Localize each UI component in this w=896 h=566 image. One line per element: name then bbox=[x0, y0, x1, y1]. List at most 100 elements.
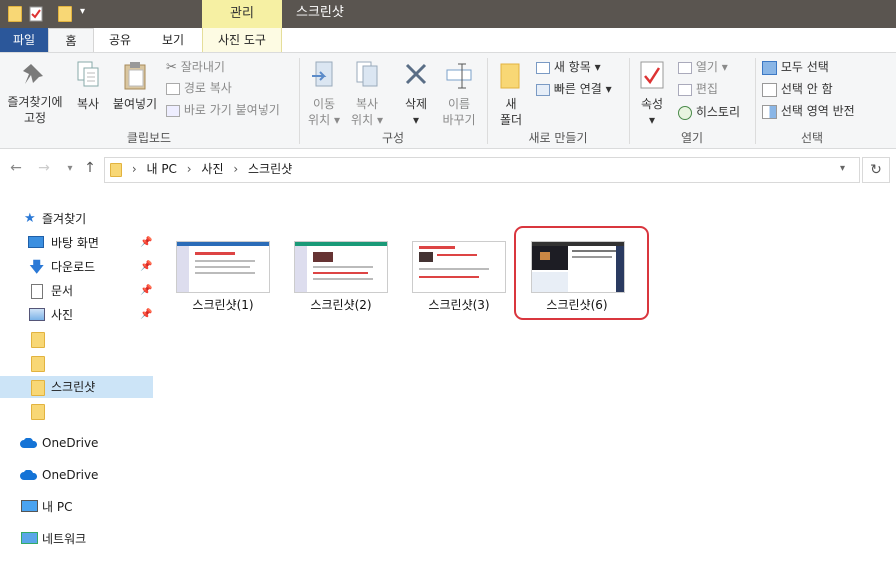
pin-icon bbox=[23, 64, 43, 84]
paste-button[interactable]: 붙여넣기 bbox=[110, 60, 160, 112]
folder-icon bbox=[8, 6, 22, 22]
sidebar-item-desktop[interactable]: 바탕 화면 📌 bbox=[0, 232, 153, 254]
new-folder-icon[interactable] bbox=[58, 6, 72, 22]
sidebar-item-documents[interactable]: 문서 📌 bbox=[0, 280, 153, 302]
window-title: 스크린샷 bbox=[296, 5, 344, 20]
copy-icon bbox=[77, 61, 99, 87]
tab-view[interactable]: 보기 bbox=[148, 28, 198, 52]
pin-icon[interactable]: 📌 bbox=[140, 256, 152, 278]
history-button[interactable]: 히스토리 bbox=[678, 102, 740, 122]
breadcrumb-separator[interactable]: › bbox=[132, 162, 137, 176]
sidebar-item-folder[interactable] bbox=[0, 400, 153, 422]
select-all-button[interactable]: 모두 선택 bbox=[762, 57, 829, 77]
breadcrumb-this-pc[interactable]: 내 PC bbox=[146, 162, 176, 176]
cloud-icon bbox=[20, 470, 37, 480]
open-button[interactable]: 열기 ▾ bbox=[678, 57, 728, 77]
back-arrow-icon[interactable]: ← bbox=[6, 160, 26, 176]
tab-photo-tools[interactable]: 사진 도구 bbox=[202, 28, 282, 52]
customize-toolbar-icon[interactable]: ▾ bbox=[80, 6, 85, 17]
copy-to-button[interactable]: 복사 위치 ▾ bbox=[346, 60, 388, 128]
history-icon bbox=[678, 105, 692, 120]
copy-path-button[interactable]: 경로 복사 bbox=[166, 78, 232, 98]
pin-icon[interactable]: 📌 bbox=[140, 280, 152, 302]
file-thumbnail[interactable] bbox=[176, 241, 270, 293]
sidebar-item-screenshots[interactable]: 스크린샷 bbox=[0, 376, 153, 398]
paste-shortcut-icon bbox=[166, 104, 180, 117]
cloud-icon bbox=[20, 438, 37, 448]
desktop-icon bbox=[28, 236, 44, 248]
tab-file[interactable]: 파일 bbox=[0, 28, 48, 52]
delete-x-icon bbox=[405, 63, 427, 85]
open-icon bbox=[678, 61, 692, 74]
document-icon bbox=[31, 284, 43, 299]
address-dropdown-chevron-icon[interactable]: ▾ bbox=[840, 163, 845, 174]
move-to-icon bbox=[312, 61, 333, 87]
selection-highlight-box bbox=[514, 226, 649, 320]
folder-icon bbox=[31, 356, 45, 372]
copy-to-icon bbox=[356, 61, 378, 87]
properties-button[interactable]: 속성 ▾ bbox=[634, 60, 670, 128]
easy-access-icon bbox=[536, 83, 550, 96]
folder-icon bbox=[110, 162, 122, 177]
breadcrumb-separator[interactable]: › bbox=[187, 162, 192, 176]
properties-check-icon bbox=[640, 61, 664, 89]
pin-icon[interactable]: 📌 bbox=[140, 232, 152, 254]
move-to-button[interactable]: 이동 위치 ▾ bbox=[304, 60, 344, 128]
file-name[interactable]: 스크린샷(2) bbox=[282, 296, 400, 313]
pin-to-quick-access-button[interactable]: 즐겨찾기에 고정 bbox=[2, 60, 68, 126]
group-label-new: 새로 만들기 bbox=[528, 131, 588, 145]
group-label-clipboard: 클립보드 bbox=[126, 131, 172, 145]
sidebar-item-onedrive[interactable]: OneDrive bbox=[0, 432, 153, 454]
folder-icon bbox=[31, 380, 45, 396]
new-folder-icon bbox=[500, 63, 520, 89]
refresh-icon[interactable]: ↻ bbox=[862, 157, 890, 183]
file-name[interactable]: 스크린샷(1) bbox=[164, 296, 282, 313]
breadcrumb-screenshots[interactable]: 스크린샷 bbox=[248, 162, 292, 176]
file-thumbnail[interactable] bbox=[412, 241, 506, 293]
recent-locations-chevron-icon[interactable]: ▾ bbox=[60, 163, 80, 174]
select-all-icon bbox=[762, 60, 777, 75]
breadcrumb-separator[interactable]: › bbox=[233, 162, 238, 176]
delete-button[interactable]: 삭제 ▾ bbox=[398, 60, 434, 128]
new-item-button[interactable]: 새 항목 ▾ bbox=[536, 57, 601, 77]
paste-shortcut-button[interactable]: 바로 가기 붙여넣기 bbox=[166, 100, 280, 120]
cut-button[interactable]: ✂ 잘라내기 bbox=[166, 57, 225, 77]
pictures-icon bbox=[29, 308, 45, 321]
edit-button[interactable]: 편집 bbox=[678, 79, 718, 99]
select-none-icon bbox=[762, 82, 777, 97]
manage-context-tab[interactable]: 관리 bbox=[202, 0, 282, 28]
sidebar-item-onedrive[interactable]: OneDrive bbox=[0, 464, 153, 486]
tab-home[interactable]: 홈 bbox=[48, 28, 94, 52]
title-bar: ▾ bbox=[0, 0, 896, 28]
quick-access-toolbar[interactable] bbox=[28, 6, 44, 25]
folder-icon bbox=[31, 332, 45, 348]
copy-path-icon bbox=[166, 82, 180, 95]
rename-button[interactable]: 이름 바꾸기 bbox=[438, 60, 480, 128]
pin-icon[interactable]: 📌 bbox=[140, 304, 152, 326]
sidebar-item-downloads[interactable]: 🡇 다운로드 📌 bbox=[0, 256, 153, 278]
up-arrow-icon[interactable]: ↑ bbox=[80, 160, 100, 176]
file-thumbnail[interactable] bbox=[294, 241, 388, 293]
download-arrow-icon: 🡇 bbox=[29, 258, 45, 276]
copy-button[interactable]: 복사 bbox=[70, 60, 106, 112]
tab-share[interactable]: 공유 bbox=[96, 28, 144, 52]
group-label-select: 선택 bbox=[800, 131, 824, 145]
new-folder-button[interactable]: 새 폴더 bbox=[494, 60, 528, 128]
edit-icon bbox=[678, 83, 692, 96]
select-none-button[interactable]: 선택 안 함 bbox=[762, 79, 833, 99]
sidebar-item-network[interactable]: 네트워크 bbox=[0, 528, 153, 550]
folder-icon bbox=[31, 404, 45, 420]
forward-arrow-icon[interactable]: → bbox=[34, 160, 54, 176]
paste-icon bbox=[124, 62, 146, 90]
sidebar-item-pictures[interactable]: 사진 📌 bbox=[0, 304, 153, 326]
sidebar-item-folder[interactable] bbox=[0, 352, 153, 374]
easy-access-button[interactable]: 빠른 연결 ▾ bbox=[536, 79, 612, 99]
sidebar-item-this-pc[interactable]: 내 PC bbox=[0, 496, 153, 518]
invert-selection-button[interactable]: 선택 영역 반전 bbox=[762, 101, 855, 121]
sidebar-item-quick-access[interactable]: ★ 즐겨찾기 bbox=[0, 208, 153, 230]
file-name[interactable]: 스크린샷(3) bbox=[400, 296, 518, 313]
sidebar-item-folder[interactable] bbox=[0, 328, 153, 350]
breadcrumb-pictures[interactable]: 사진 bbox=[201, 162, 223, 176]
navigation-pane: ★ 즐겨찾기 바탕 화면 📌 🡇 다운로드 📌 문서 📌 사진 📌 스크린샷 O… bbox=[0, 196, 155, 566]
new-item-icon bbox=[536, 61, 550, 74]
